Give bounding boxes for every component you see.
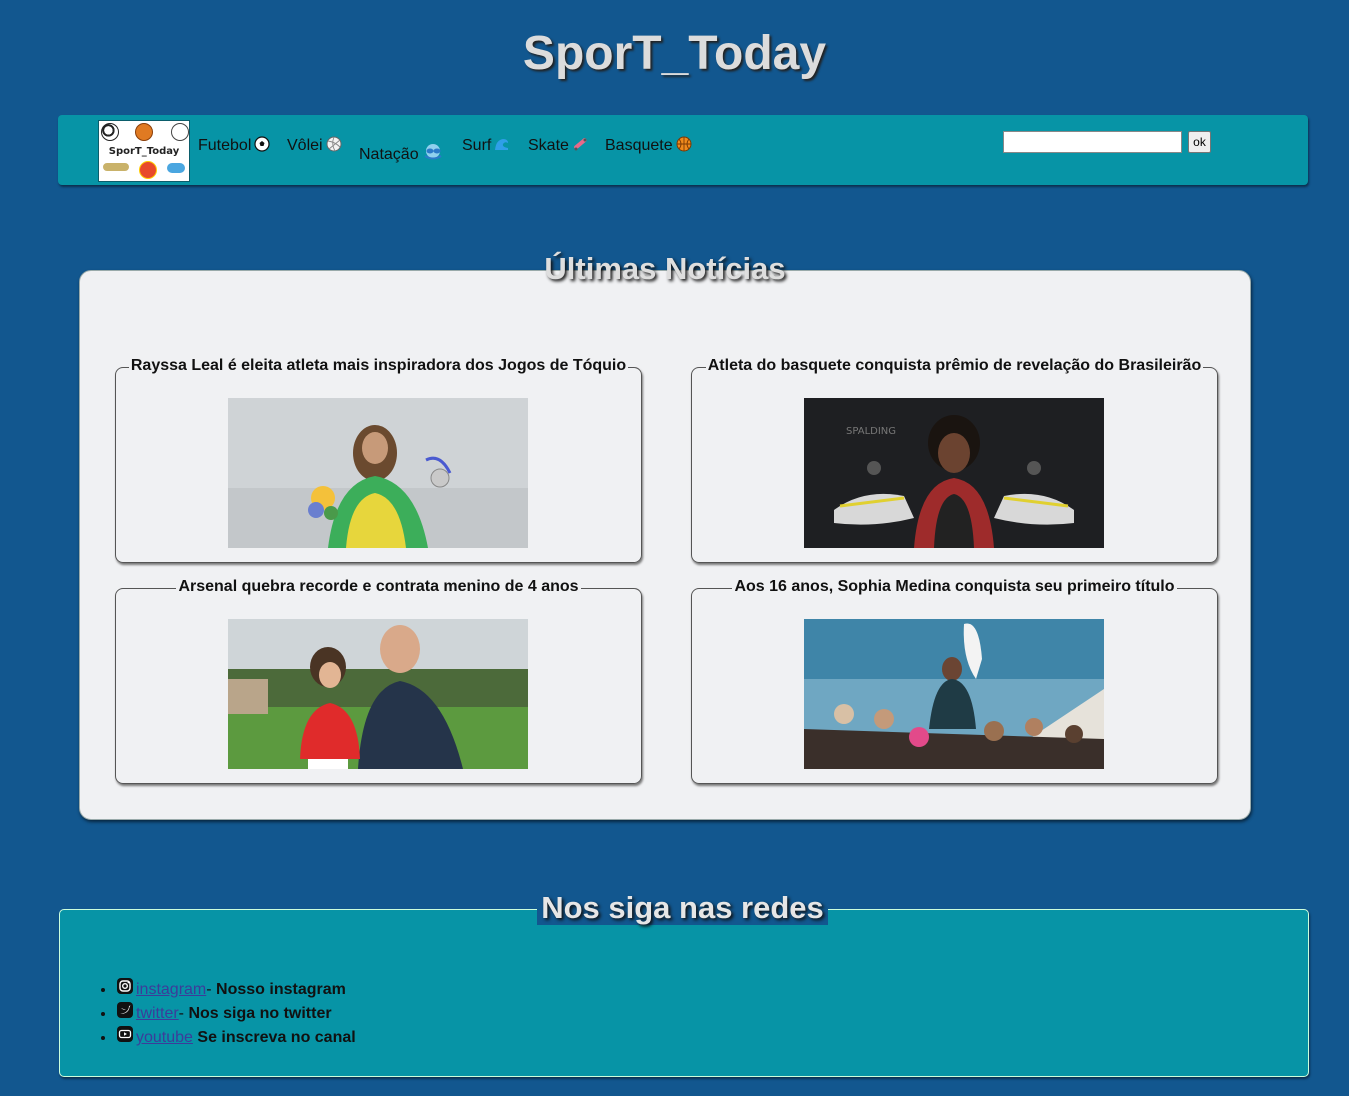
news-card-title: Aos 16 anos, Sophia Medina conquista seu… <box>732 578 1177 595</box>
logo-goggles <box>167 163 185 173</box>
news-card-title-wrap: Rayssa Leal é eleita atleta mais inspira… <box>116 357 641 375</box>
site-logo[interactable]: SporT_Today <box>98 120 190 182</box>
basketball-icon <box>676 136 692 152</box>
site-title: SporT_Today <box>522 27 827 80</box>
social-description: Nos siga no twitter <box>188 1005 332 1022</box>
list-item: twitter- Nos siga no twitter <box>116 1001 356 1025</box>
volleyball-icon <box>326 136 342 152</box>
list-item: youtube Se inscreva no canal <box>116 1025 356 1049</box>
social-section: instagram- Nosso instagram twitter- Nos … <box>59 909 1309 1077</box>
news-card-title-wrap: Aos 16 anos, Sophia Medina conquista seu… <box>692 578 1217 596</box>
news-card[interactable]: Rayssa Leal é eleita atleta mais inspira… <box>115 357 642 563</box>
skateboard-icon <box>572 136 588 152</box>
nav-item-skate[interactable]: Skate <box>528 136 588 155</box>
twitter-icon <box>116 1001 134 1019</box>
news-card[interactable]: Arsenal quebra recorde e contrata menino… <box>115 578 642 784</box>
surfer-celebration-photo <box>804 619 1104 769</box>
youtube-link[interactable]: youtube <box>136 1029 193 1046</box>
news-card-title: Arsenal quebra recorde e contrata menino… <box>176 578 581 595</box>
nav-label: Basquete <box>605 137 673 154</box>
news-section: Rayssa Leal é eleita atleta mais inspira… <box>79 270 1251 820</box>
logo-skate <box>103 163 129 171</box>
instagram-link[interactable]: instagram <box>136 981 206 998</box>
search-input[interactable] <box>1003 131 1182 153</box>
twitter-link[interactable]: twitter <box>136 1005 179 1022</box>
news-card-title: Atleta do basquete conquista prêmio de r… <box>705 357 1204 374</box>
logo-flag <box>139 161 157 179</box>
nav-item-volei[interactable]: Vôlei <box>287 136 342 155</box>
list-item: instagram- Nosso instagram <box>116 977 356 1001</box>
soccer-ball-icon <box>254 136 270 152</box>
news-card-title: Rayssa Leal é eleita atleta mais inspira… <box>128 357 629 374</box>
nav-item-futebol[interactable]: Futebol <box>198 136 270 155</box>
logo-soccer-ball <box>101 123 119 141</box>
nav-label: Vôlei <box>287 137 323 154</box>
logo-volleyball <box>171 123 189 141</box>
instagram-icon <box>116 977 134 995</box>
separator: - <box>178 1005 189 1022</box>
news-heading: Últimas Notícias <box>544 251 786 286</box>
social-description: Nosso instagram <box>216 981 346 998</box>
news-card[interactable]: Aos 16 anos, Sophia Medina conquista seu… <box>691 578 1218 784</box>
wave-icon <box>494 136 510 152</box>
social-description: Se inscreva no canal <box>197 1029 356 1046</box>
news-card-title-wrap: Atleta do basquete conquista prêmio de r… <box>692 357 1217 375</box>
news-card-title-wrap: Arsenal quebra recorde e contrata menino… <box>116 578 641 596</box>
nav-label: Futebol <box>198 137 252 154</box>
nav-label: Natação <box>359 146 419 163</box>
nav-item-natacao[interactable]: Natação <box>359 143 444 164</box>
news-card[interactable]: Atleta do basquete conquista prêmio de r… <box>691 357 1218 563</box>
basketball-player-with-shoes-photo: SPALDING <box>804 398 1104 548</box>
nav-label: Skate <box>528 137 569 154</box>
nav-item-surf[interactable]: Surf <box>462 136 510 155</box>
logo-basketball <box>135 123 153 141</box>
search-button[interactable]: ok <box>1188 131 1211 153</box>
boy-in-arsenal-kit-photo <box>228 619 528 769</box>
separator: - <box>206 981 217 998</box>
swim-goggles-icon <box>422 143 444 161</box>
logo-text: SporT_Today <box>108 146 180 157</box>
social-heading-text: Nos siga nas redes <box>537 890 828 925</box>
social-list: instagram- Nosso instagram twitter- Nos … <box>97 977 356 1049</box>
navbar: SporT_Today Futebol Vôlei Natação Surf S… <box>58 115 1308 185</box>
svg-text:SPALDING: SPALDING <box>846 426 896 437</box>
youtube-icon <box>116 1025 134 1043</box>
nav-label: Surf <box>462 137 492 154</box>
nav-item-basquete[interactable]: Basquete <box>605 136 692 155</box>
social-heading: Nos siga nas redes <box>0 890 1349 926</box>
athlete-with-medal-photo <box>228 398 528 548</box>
